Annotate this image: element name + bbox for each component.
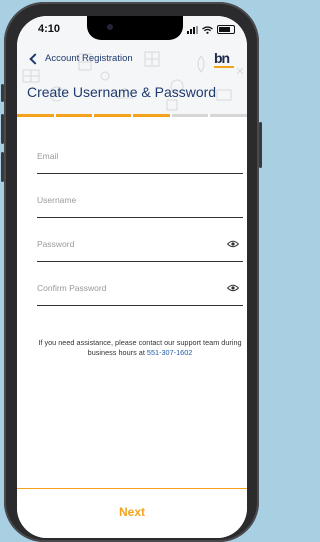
show-password-eye-icon[interactable] <box>227 240 239 248</box>
logo-underline <box>214 66 234 68</box>
power-button <box>259 122 262 168</box>
notch <box>87 16 183 40</box>
support-text: If you need assistance, please contact o… <box>38 338 242 357</box>
status-bar: 4:10 <box>17 16 247 46</box>
progress-segment <box>17 114 54 117</box>
status-time: 4:10 <box>38 23 61 35</box>
brand-logo: bn <box>214 50 234 68</box>
progress-segment <box>171 114 209 117</box>
battery-icon <box>217 25 235 34</box>
status-icons <box>187 25 235 34</box>
username-field[interactable] <box>37 193 243 218</box>
progress-segment <box>210 114 247 117</box>
progress-segment <box>55 114 93 117</box>
back-button[interactable]: Account Registration <box>29 52 133 65</box>
support-phone-link[interactable]: 551-307-1602 <box>147 348 192 357</box>
volume-down-button <box>1 152 4 182</box>
page-title: Create Username & Password <box>27 84 217 100</box>
confirm-password-field[interactable] <box>37 281 243 306</box>
progress-segment <box>133 114 170 117</box>
back-label: Account Registration <box>45 53 133 64</box>
header: Account Registration bn Create Username … <box>17 46 247 114</box>
confirm-password-input[interactable] <box>37 283 222 293</box>
footer-bar: Next <box>17 488 247 538</box>
progress-segment <box>94 114 132 117</box>
email-field[interactable] <box>37 149 243 174</box>
cellular-signal-icon <box>187 25 198 34</box>
email-input[interactable] <box>37 151 222 161</box>
app-screen: 4:10 Account Registration bn Create User… <box>17 16 247 538</box>
wifi-icon <box>202 25 213 34</box>
support-message: If you need assistance, please contact o… <box>33 338 247 358</box>
mute-switch <box>1 84 4 102</box>
phone-frame: 4:10 Account Registration bn Create User… <box>1 2 262 542</box>
password-input[interactable] <box>37 239 222 249</box>
step-progress-bar <box>17 114 247 117</box>
camera-icon <box>107 24 113 30</box>
volume-up-button <box>1 114 4 144</box>
logo-text: bn <box>214 50 230 66</box>
username-input[interactable] <box>37 195 222 205</box>
next-button[interactable]: Next <box>17 505 247 519</box>
show-confirm-password-eye-icon[interactable] <box>227 284 239 292</box>
chevron-left-icon <box>29 52 41 65</box>
password-field[interactable] <box>37 237 243 262</box>
